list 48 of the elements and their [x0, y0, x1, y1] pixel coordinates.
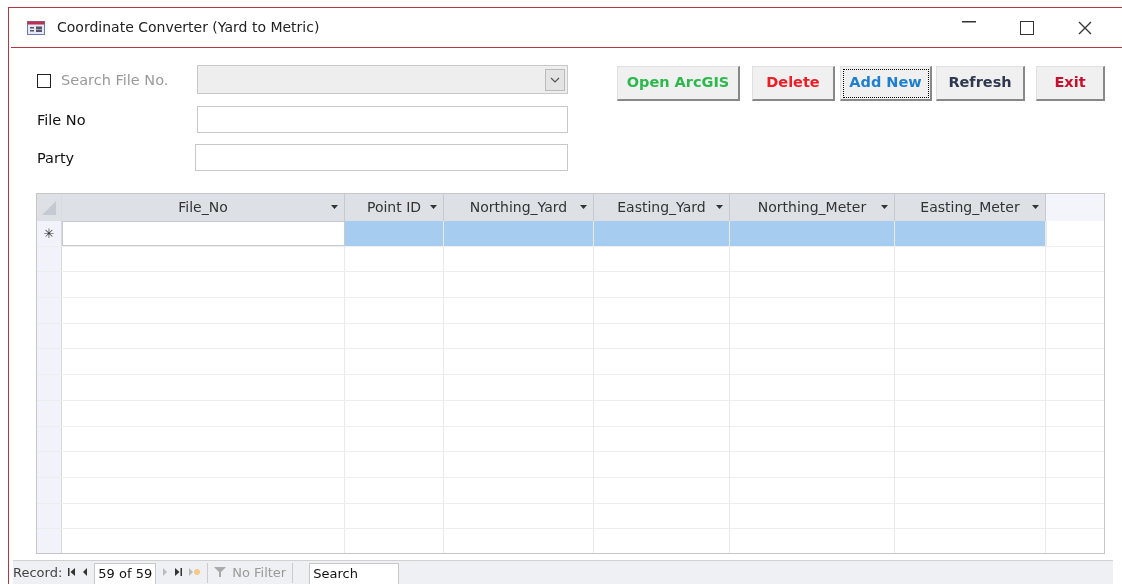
input-field[interactable] [195, 144, 568, 171]
action-button[interactable]: Exit [1036, 66, 1105, 101]
row-selector[interactable] [37, 400, 62, 426]
previous-record-icon[interactable] [82, 567, 89, 577]
maximize-icon[interactable] [1020, 20, 1034, 35]
new-record-icon [188, 567, 202, 577]
new-record-marker: ✳ [37, 221, 62, 246]
filter-label: No Filter [232, 564, 287, 582]
row-selector[interactable] [37, 349, 62, 375]
last-record-icon[interactable] [174, 567, 183, 577]
row-selector[interactable] [37, 246, 62, 272]
action-button[interactable]: Delete [752, 66, 835, 101]
chevron-down-icon [550, 76, 560, 83]
row-selector[interactable] [37, 503, 62, 529]
minimize-icon[interactable] [962, 20, 976, 23]
row-selector[interactable] [37, 298, 62, 323]
form-icon [27, 20, 45, 35]
row-selector[interactable] [37, 375, 62, 400]
file-number-dropdown[interactable] [197, 65, 568, 94]
dropdown-icon[interactable] [881, 205, 888, 209]
dropdown-icon[interactable] [1032, 205, 1039, 209]
select-all-icon[interactable] [42, 200, 56, 215]
search-field[interactable]: Search [309, 563, 400, 584]
field-label: Party [37, 149, 75, 168]
window-title: Coordinate Converter (Yard to Metric) [57, 18, 320, 37]
next-record-icon [162, 567, 169, 577]
action-button[interactable]: Refresh [936, 66, 1025, 101]
row-selector[interactable] [37, 529, 62, 553]
filter-icon [214, 567, 227, 577]
search-label: Search File No. [61, 71, 169, 90]
record-number-field[interactable]: 59 of 59 [94, 563, 157, 584]
dropdown-icon[interactable] [716, 205, 723, 209]
dropdown-icon[interactable] [331, 205, 338, 209]
row-selector[interactable] [37, 323, 62, 349]
input-field[interactable] [197, 106, 568, 133]
close-icon[interactable] [1078, 20, 1092, 35]
row-selector[interactable] [37, 272, 62, 298]
action-button[interactable]: Add New [840, 66, 932, 101]
row-selector[interactable] [37, 426, 62, 452]
table-cell[interactable] [62, 221, 345, 246]
first-record-icon[interactable] [68, 567, 77, 577]
row-selector[interactable] [37, 477, 62, 503]
field-label: File No [37, 111, 86, 130]
record-label: Record: [13, 564, 63, 582]
row-selector[interactable] [37, 452, 62, 477]
dropdown-icon[interactable] [580, 205, 587, 209]
header-filler [1046, 194, 1104, 221]
dropdown-icon[interactable] [430, 205, 437, 209]
